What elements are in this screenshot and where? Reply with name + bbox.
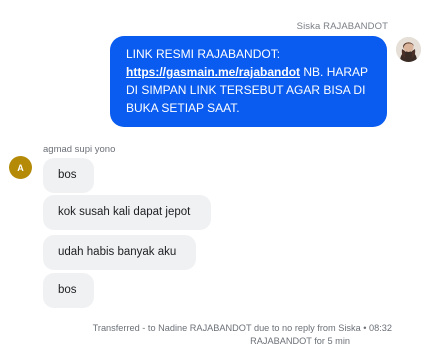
customer-message-bubble: bos	[43, 273, 94, 308]
agent-avatar	[396, 37, 421, 62]
agent-avatar-photo-icon	[396, 37, 421, 62]
transfer-note-line-1: Transferred - to Nadine RAJABANDOT due t…	[92, 323, 392, 333]
chat-thread: Siska RAJABANDOT LINK RESMI RAJABANDOT: …	[0, 0, 432, 355]
transfer-system-note: Transferred - to Nadine RAJABANDOT due t…	[40, 322, 392, 348]
customer-message-bubble: udah habis banyak aku	[43, 235, 196, 270]
rajabandot-link[interactable]: https://gasmain.me/rajabandot	[126, 65, 300, 79]
customer-avatar: A	[9, 156, 32, 179]
agent-sender-name: Siska RAJABANDOT	[296, 21, 388, 32]
customer-message-bubble: kok susah kali dapat jepot	[43, 195, 211, 230]
transfer-note-line-2: RAJABANDOT for 5 min	[250, 336, 350, 346]
agent-message-bubble: LINK RESMI RAJABANDOT: https://gasmain.m…	[110, 36, 387, 127]
customer-sender-name: agmad supi yono	[43, 144, 116, 155]
customer-message-bubble: bos	[43, 158, 94, 193]
agent-message-heading: LINK RESMI RAJABANDOT:	[126, 47, 281, 61]
